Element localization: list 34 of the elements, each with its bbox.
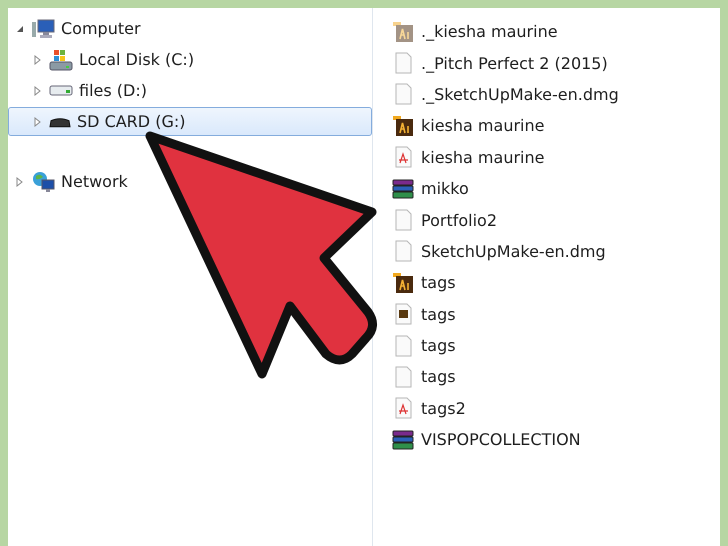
file-item[interactable]: tags [391, 361, 720, 393]
archive-file-icon [391, 176, 415, 201]
drive-icon [49, 48, 73, 72]
computer-icon [31, 16, 55, 40]
tree-item[interactable]: Network [8, 167, 372, 196]
illustrator-file-icon [391, 270, 415, 295]
drive-icon [49, 85, 73, 96]
illustrator-file-icon [391, 114, 415, 138]
file-item[interactable]: tags [391, 298, 720, 330]
collapsed-triangle-icon[interactable] [33, 116, 43, 126]
file-item[interactable]: ._SketchUpMake-en.dmg [391, 78, 720, 110]
file-item[interactable]: kiesha maurine [391, 142, 720, 173]
file-item[interactable]: Portfolio2 [391, 204, 720, 236]
file-item[interactable]: ._Pitch Perfect 2 (2015) [391, 47, 720, 79]
tree-item[interactable]: files (D:) [8, 76, 372, 105]
file-item[interactable]: mikko [391, 172, 720, 204]
archive-file-icon [391, 428, 415, 452]
collapsed-triangle-icon[interactable] [15, 176, 25, 186]
file-item[interactable]: VISPOPCOLLECTION [391, 424, 720, 456]
tree-item[interactable]: Computer [8, 14, 372, 43]
collapsed-triangle-icon[interactable] [33, 86, 43, 96]
collapsed-triangle-icon[interactable] [33, 54, 43, 64]
file-item[interactable]: SketchUpMake-en.dmg [391, 236, 720, 268]
file-item[interactable]: tags [391, 267, 720, 299]
file-item[interactable]: tags [391, 330, 720, 362]
file-item[interactable]: kiesha maurine [391, 110, 720, 142]
card-reader-icon [49, 116, 71, 128]
tree-item[interactable]: Local Disk (C:) [8, 45, 372, 74]
expanded-triangle-icon[interactable] [15, 24, 25, 34]
network-icon [31, 170, 55, 194]
file-item[interactable]: ._kiesha maurine [391, 16, 720, 48]
tree-item[interactable]: SD CARD (G:) [8, 107, 372, 136]
file-item[interactable]: tags2 [391, 392, 720, 424]
illustrator-file-icon [391, 20, 415, 44]
